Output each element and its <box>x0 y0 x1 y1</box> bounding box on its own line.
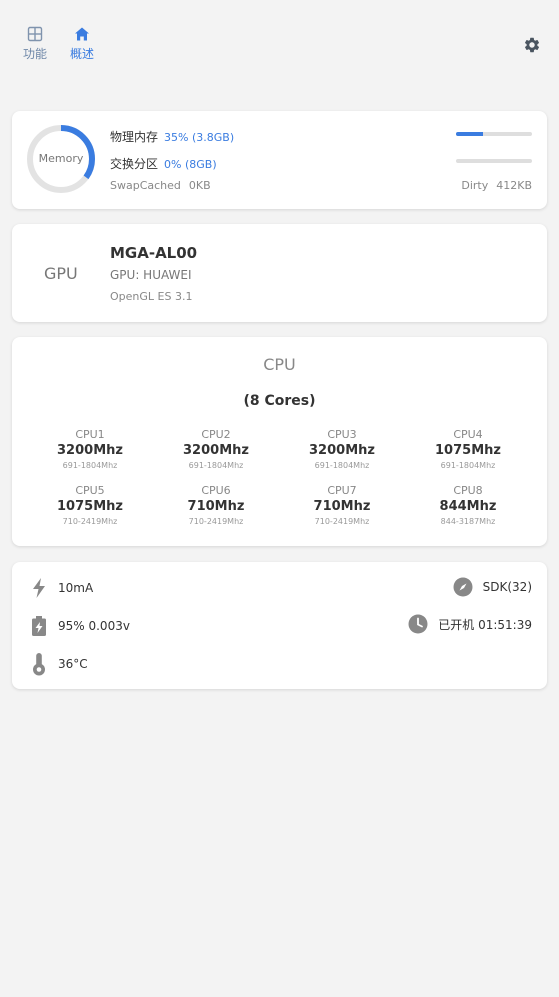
gpu-model: MGA-AL00 <box>110 244 198 262</box>
gear-icon[interactable] <box>523 36 541 54</box>
swap-row: 交换分区 0% (8GB) <box>110 155 217 172</box>
compass-icon <box>453 577 473 597</box>
battery-charging-icon <box>32 616 46 636</box>
memory-card[interactable]: Memory 物理内存 35% (3.8GB) 交换分区 0% (8GB) Swap… <box>12 111 547 209</box>
cpu-core-range: 710-2419Mhz <box>188 517 244 526</box>
cpu-core-range: 691-1804Mhz <box>314 461 370 470</box>
home-icon <box>75 27 89 41</box>
cpu-core-range: 844-3187Mhz <box>440 517 496 526</box>
cpu-core-range: 691-1804Mhz <box>188 461 244 470</box>
gpu-opengl: OpenGL ES 3.1 <box>110 290 193 303</box>
cpu-title: CPU <box>263 355 296 374</box>
cpu-core-freq: 3200Mhz <box>57 443 123 458</box>
physical-memory-row: 物理内存 35% (3.8GB) <box>110 128 234 145</box>
swapcached-row: SwapCached 0KB <box>110 179 211 192</box>
tab-functions-label: 功能 <box>22 47 47 61</box>
cpu-core-freq: 3200Mhz <box>309 443 375 458</box>
clock-icon <box>408 614 428 634</box>
gpu-title: GPU <box>44 264 78 283</box>
cpu-core-name: CPU3 <box>327 428 357 441</box>
cpu-core-freq: 710Mhz <box>187 499 245 514</box>
cpu-core-name: CPU2 <box>201 428 231 441</box>
temperature-row: 36°C <box>30 652 88 676</box>
cpu-core-freq: 1075Mhz <box>435 443 501 458</box>
cpu-core: CPU4 1075Mhz 691-1804Mhz <box>408 428 528 470</box>
tab-overview-label: 概述 <box>69 47 94 61</box>
cpu-cores-count: (8 Cores) <box>243 393 316 409</box>
dirty-label: Dirty <box>461 179 489 192</box>
cpu-core: CPU8 844Mhz 844-3187Mhz <box>408 484 528 526</box>
status-card[interactable]: 10mA 95% 0.003v 36°C SDK(32) 已开机 01:51:3… <box>12 562 547 689</box>
sdk-row: SDK(32) <box>453 577 532 597</box>
tab-overview[interactable]: 概述 <box>62 26 102 62</box>
cpu-core-name: CPU6 <box>201 484 231 497</box>
cpu-core-freq: 3200Mhz <box>183 443 249 458</box>
tab-functions[interactable]: 功能 <box>15 26 55 62</box>
battery-row: 95% 0.003v <box>30 615 130 637</box>
swap-value: 0% (8GB) <box>164 158 217 171</box>
cpu-core-name: CPU4 <box>453 428 483 441</box>
cpu-core-freq: 710Mhz <box>313 499 371 514</box>
swap-label: 交换分区 <box>110 157 159 171</box>
cpu-core-range: 691-1804Mhz <box>440 461 496 470</box>
battery-value: 95% 0.003v <box>58 619 130 633</box>
cpu-core-name: CPU7 <box>327 484 357 497</box>
cpu-core: CPU6 710Mhz 710-2419Mhz <box>156 484 276 526</box>
cpu-core-range: 710-2419Mhz <box>62 517 118 526</box>
current-row: 10mA <box>30 577 93 599</box>
cpu-core: CPU2 3200Mhz 691-1804Mhz <box>156 428 276 470</box>
cpu-core: CPU1 3200Mhz 691-1804Mhz <box>30 428 150 470</box>
cpu-core-freq: 1075Mhz <box>57 499 123 514</box>
physical-memory-label: 物理内存 <box>110 130 159 144</box>
dirty-row: Dirty 412KB <box>461 179 532 192</box>
cpu-core-name: CPU5 <box>75 484 105 497</box>
cpu-core: CPU7 710Mhz 710-2419Mhz <box>282 484 402 526</box>
gpu-card[interactable]: GPU MGA-AL00 GPU: HUAWEI OpenGL ES 3.1 <box>12 224 547 322</box>
grid-icon <box>27 26 43 42</box>
cpu-card[interactable]: CPU (8 Cores) CPU1 3200Mhz 691-1804Mhz C… <box>12 337 547 546</box>
swap-bar <box>456 159 532 163</box>
current-value: 10mA <box>58 581 94 595</box>
memory-ring-label: Memory <box>38 152 84 165</box>
cpu-core: CPU3 3200Mhz 691-1804Mhz <box>282 428 402 470</box>
sdk-value: SDK(32) <box>482 580 532 594</box>
uptime-value: 已开机 01:51:39 <box>438 617 532 632</box>
physical-memory-bar-fill <box>456 132 483 136</box>
gpu-vendor: GPU: HUAWEI <box>110 268 192 282</box>
physical-memory-value: 35% (3.8GB) <box>164 131 235 144</box>
thermometer-icon <box>33 653 45 676</box>
temperature-value: 36°C <box>58 657 88 671</box>
uptime-row: 已开机 01:51:39 <box>408 614 532 634</box>
lightning-icon <box>33 578 45 598</box>
cpu-core-name: CPU1 <box>75 428 105 441</box>
swapcached-label: SwapCached <box>110 179 181 192</box>
cpu-core-freq: 844Mhz <box>439 499 497 514</box>
cpu-core-range: 691-1804Mhz <box>62 461 118 470</box>
cpu-core: CPU5 1075Mhz 710-2419Mhz <box>30 484 150 526</box>
cpu-core-name: CPU8 <box>453 484 483 497</box>
cpu-core-range: 710-2419Mhz <box>314 517 370 526</box>
swapcached-value: 0KB <box>188 179 211 192</box>
physical-memory-bar <box>456 132 532 136</box>
dirty-value: 412KB <box>496 179 532 192</box>
top-bar: 功能 概述 <box>0 0 559 80</box>
